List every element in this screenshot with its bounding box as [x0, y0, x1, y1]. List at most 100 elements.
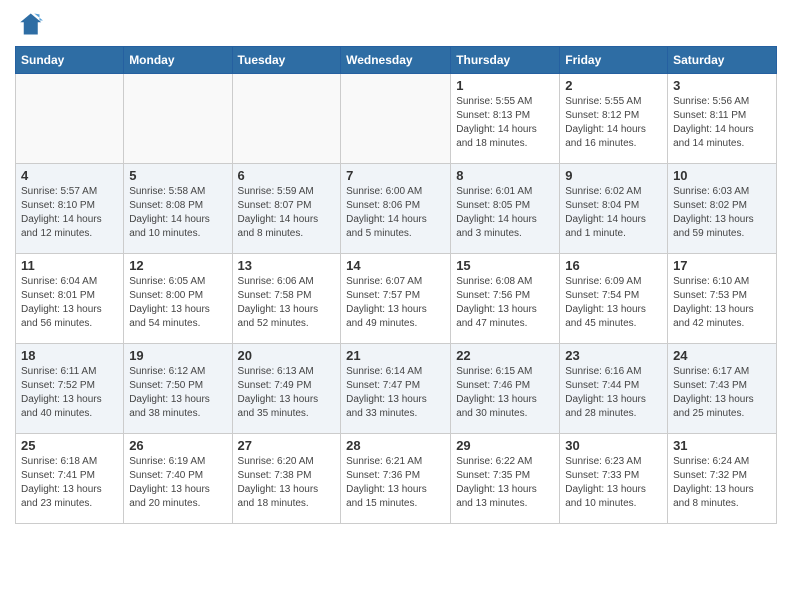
page-header: [15, 10, 777, 38]
day-info: Sunrise: 6:10 AM Sunset: 7:53 PM Dayligh…: [673, 275, 771, 331]
day-info: Sunrise: 6:04 AM Sunset: 8:01 PM Dayligh…: [21, 275, 118, 331]
day-info: Sunrise: 5:56 AM Sunset: 8:11 PM Dayligh…: [673, 95, 771, 151]
day-info: Sunrise: 6:20 AM Sunset: 7:38 PM Dayligh…: [238, 455, 336, 511]
day-info: Sunrise: 6:01 AM Sunset: 8:05 PM Dayligh…: [456, 185, 554, 241]
calendar-header-row: SundayMondayTuesdayWednesdayThursdayFrid…: [16, 47, 777, 74]
day-info: Sunrise: 5:55 AM Sunset: 8:13 PM Dayligh…: [456, 95, 554, 151]
day-info: Sunrise: 6:08 AM Sunset: 7:56 PM Dayligh…: [456, 275, 554, 331]
calendar-week-row: 11 Sunrise: 6:04 AM Sunset: 8:01 PM Dayli…: [16, 254, 777, 344]
day-number: 24: [673, 348, 771, 363]
day-info: Sunrise: 6:12 AM Sunset: 7:50 PM Dayligh…: [129, 365, 226, 421]
day-number: 25: [21, 438, 118, 453]
calendar-day-cell: 30 Sunrise: 6:23 AM Sunset: 7:33 PM Dayli…: [560, 434, 668, 524]
calendar-day-cell: 19 Sunrise: 6:12 AM Sunset: 7:50 PM Dayli…: [124, 344, 232, 434]
day-number: 20: [238, 348, 336, 363]
calendar-day-cell: 10 Sunrise: 6:03 AM Sunset: 8:02 PM Dayli…: [668, 164, 777, 254]
day-info: Sunrise: 6:11 AM Sunset: 7:52 PM Dayligh…: [21, 365, 118, 421]
day-info: Sunrise: 6:19 AM Sunset: 7:40 PM Dayligh…: [129, 455, 226, 511]
weekday-header: Monday: [124, 47, 232, 74]
day-number: 17: [673, 258, 771, 273]
calendar-day-cell: 1 Sunrise: 5:55 AM Sunset: 8:13 PM Daylig…: [451, 74, 560, 164]
day-number: 6: [238, 168, 336, 183]
calendar-day-cell: 16 Sunrise: 6:09 AM Sunset: 7:54 PM Dayli…: [560, 254, 668, 344]
calendar-day-cell: 3 Sunrise: 5:56 AM Sunset: 8:11 PM Daylig…: [668, 74, 777, 164]
day-number: 18: [21, 348, 118, 363]
weekday-header: Saturday: [668, 47, 777, 74]
day-number: 7: [346, 168, 445, 183]
logo: [15, 10, 47, 38]
calendar-day-cell: 5 Sunrise: 5:58 AM Sunset: 8:08 PM Daylig…: [124, 164, 232, 254]
day-number: 16: [565, 258, 662, 273]
calendar-day-cell: [232, 74, 341, 164]
calendar-day-cell: 25 Sunrise: 6:18 AM Sunset: 7:41 PM Dayli…: [16, 434, 124, 524]
day-info: Sunrise: 6:05 AM Sunset: 8:00 PM Dayligh…: [129, 275, 226, 331]
day-number: 4: [21, 168, 118, 183]
day-info: Sunrise: 6:09 AM Sunset: 7:54 PM Dayligh…: [565, 275, 662, 331]
calendar-day-cell: 8 Sunrise: 6:01 AM Sunset: 8:05 PM Daylig…: [451, 164, 560, 254]
day-number: 1: [456, 78, 554, 93]
calendar-day-cell: 22 Sunrise: 6:15 AM Sunset: 7:46 PM Dayli…: [451, 344, 560, 434]
calendar-day-cell: 12 Sunrise: 6:05 AM Sunset: 8:00 PM Dayli…: [124, 254, 232, 344]
day-number: 14: [346, 258, 445, 273]
day-number: 2: [565, 78, 662, 93]
day-number: 10: [673, 168, 771, 183]
day-info: Sunrise: 6:22 AM Sunset: 7:35 PM Dayligh…: [456, 455, 554, 511]
day-number: 31: [673, 438, 771, 453]
day-number: 30: [565, 438, 662, 453]
day-info: Sunrise: 6:18 AM Sunset: 7:41 PM Dayligh…: [21, 455, 118, 511]
day-info: Sunrise: 6:23 AM Sunset: 7:33 PM Dayligh…: [565, 455, 662, 511]
day-info: Sunrise: 6:21 AM Sunset: 7:36 PM Dayligh…: [346, 455, 445, 511]
calendar-week-row: 25 Sunrise: 6:18 AM Sunset: 7:41 PM Dayli…: [16, 434, 777, 524]
calendar-day-cell: [16, 74, 124, 164]
calendar-table: SundayMondayTuesdayWednesdayThursdayFrid…: [15, 46, 777, 524]
day-number: 3: [673, 78, 771, 93]
day-info: Sunrise: 6:15 AM Sunset: 7:46 PM Dayligh…: [456, 365, 554, 421]
day-info: Sunrise: 6:03 AM Sunset: 8:02 PM Dayligh…: [673, 185, 771, 241]
calendar-day-cell: 6 Sunrise: 5:59 AM Sunset: 8:07 PM Daylig…: [232, 164, 341, 254]
calendar-day-cell: 14 Sunrise: 6:07 AM Sunset: 7:57 PM Dayli…: [341, 254, 451, 344]
calendar-day-cell: 29Sunrise: 6:22 AM Sunset: 7:35 PM Dayli…: [451, 434, 560, 524]
calendar-day-cell: 26 Sunrise: 6:19 AM Sunset: 7:40 PM Dayli…: [124, 434, 232, 524]
calendar-day-cell: 21 Sunrise: 6:14 AM Sunset: 7:47 PM Dayli…: [341, 344, 451, 434]
day-number: 9: [565, 168, 662, 183]
calendar-day-cell: [341, 74, 451, 164]
day-info: Sunrise: 6:14 AM Sunset: 7:47 PM Dayligh…: [346, 365, 445, 421]
day-number: 27: [238, 438, 336, 453]
day-number: 22: [456, 348, 554, 363]
calendar-day-cell: 7 Sunrise: 6:00 AM Sunset: 8:06 PM Daylig…: [341, 164, 451, 254]
day-number: 5: [129, 168, 226, 183]
calendar-day-cell: 17 Sunrise: 6:10 AM Sunset: 7:53 PM Dayli…: [668, 254, 777, 344]
day-number: 28: [346, 438, 445, 453]
day-number: 12: [129, 258, 226, 273]
day-info: Sunrise: 5:58 AM Sunset: 8:08 PM Dayligh…: [129, 185, 226, 241]
day-info: Sunrise: 6:13 AM Sunset: 7:49 PM Dayligh…: [238, 365, 336, 421]
calendar-day-cell: 4 Sunrise: 5:57 AM Sunset: 8:10 PM Daylig…: [16, 164, 124, 254]
calendar-day-cell: 18 Sunrise: 6:11 AM Sunset: 7:52 PM Dayli…: [16, 344, 124, 434]
day-number: 19: [129, 348, 226, 363]
calendar-week-row: 1 Sunrise: 5:55 AM Sunset: 8:13 PM Daylig…: [16, 74, 777, 164]
weekday-header: Thursday: [451, 47, 560, 74]
calendar-day-cell: 13Sunrise: 6:06 AM Sunset: 7:58 PM Dayli…: [232, 254, 341, 344]
day-number: 8: [456, 168, 554, 183]
day-info: Sunrise: 6:00 AM Sunset: 8:06 PM Dayligh…: [346, 185, 445, 241]
day-info: Sunrise: 6:07 AM Sunset: 7:57 PM Dayligh…: [346, 275, 445, 331]
day-number: 21: [346, 348, 445, 363]
calendar-day-cell: 9 Sunrise: 6:02 AM Sunset: 8:04 PM Daylig…: [560, 164, 668, 254]
calendar-day-cell: 20 Sunrise: 6:13 AM Sunset: 7:49 PM Dayli…: [232, 344, 341, 434]
weekday-header: Friday: [560, 47, 668, 74]
day-info: Sunrise: 5:59 AM Sunset: 8:07 PM Dayligh…: [238, 185, 336, 241]
logo-icon: [15, 10, 43, 38]
weekday-header: Sunday: [16, 47, 124, 74]
calendar-week-row: 4 Sunrise: 5:57 AM Sunset: 8:10 PM Daylig…: [16, 164, 777, 254]
calendar-day-cell: 2Sunrise: 5:55 AM Sunset: 8:12 PM Daylig…: [560, 74, 668, 164]
day-info: Sunrise: 6:02 AM Sunset: 8:04 PM Dayligh…: [565, 185, 662, 241]
day-number: 13: [238, 258, 336, 273]
calendar-day-cell: 27 Sunrise: 6:20 AM Sunset: 7:38 PM Dayli…: [232, 434, 341, 524]
day-info: Sunrise: 5:57 AM Sunset: 8:10 PM Dayligh…: [21, 185, 118, 241]
day-number: 26: [129, 438, 226, 453]
weekday-header: Wednesday: [341, 47, 451, 74]
calendar-day-cell: [124, 74, 232, 164]
day-number: 11: [21, 258, 118, 273]
day-number: 23: [565, 348, 662, 363]
calendar-day-cell: 23Sunrise: 6:16 AM Sunset: 7:44 PM Dayli…: [560, 344, 668, 434]
